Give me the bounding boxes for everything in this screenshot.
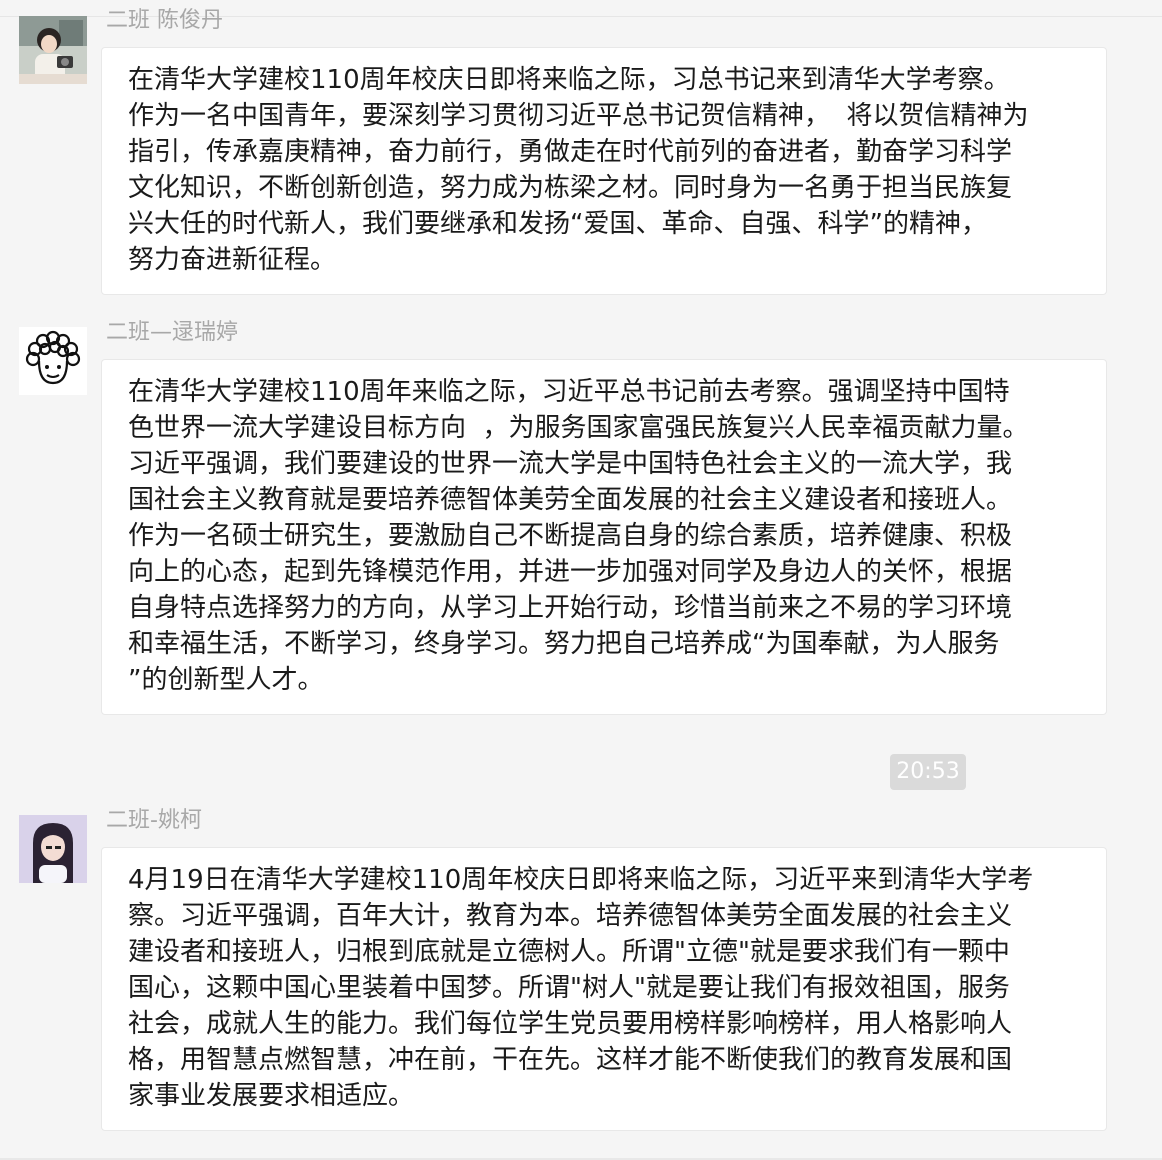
message-bubble[interactable]: 在清华大学建校110周年校庆日即将来临之际，习总书记来到清华大学考察。 作为一名… — [101, 47, 1107, 295]
girl-with-camera-avatar[interactable] — [19, 16, 87, 84]
message-text: 在清华大学建校110周年来临之际，习近平总书记前去考察。强调坚持中国特 色世界一… — [128, 377, 1029, 695]
message-bubble[interactable]: 在清华大学建校110周年来临之际，习近平总书记前去考察。强调坚持中国特 色世界一… — [101, 359, 1107, 715]
chat-message-area: 二班 陈俊丹 在清华大学建校110周年校庆日即将来临之际，习总书记来到清华大学考… — [0, 0, 1162, 1160]
time-divider: 20:53 — [890, 754, 966, 790]
sender-name[interactable]: 二班—逯瑞婷 — [106, 322, 238, 344]
girl-with-long-hair-avatar[interactable] — [19, 815, 87, 883]
message-bubble[interactable]: 4月19日在清华大学建校110周年校庆日即将来临之际，习近平来到清华大学考 察。… — [101, 847, 1107, 1131]
sender-name[interactable]: 二班 陈俊丹 — [106, 10, 223, 32]
message-text: 4月19日在清华大学建校110周年校庆日即将来临之际，习近平来到清华大学考 察。… — [128, 865, 1034, 1111]
message-text: 在清华大学建校110周年校庆日即将来临之际，习总书记来到清华大学考察。 作为一名… — [128, 65, 1029, 275]
sender-name[interactable]: 二班-姚柯 — [106, 810, 202, 832]
curly-hair-cartoon-avatar[interactable] — [19, 327, 87, 395]
